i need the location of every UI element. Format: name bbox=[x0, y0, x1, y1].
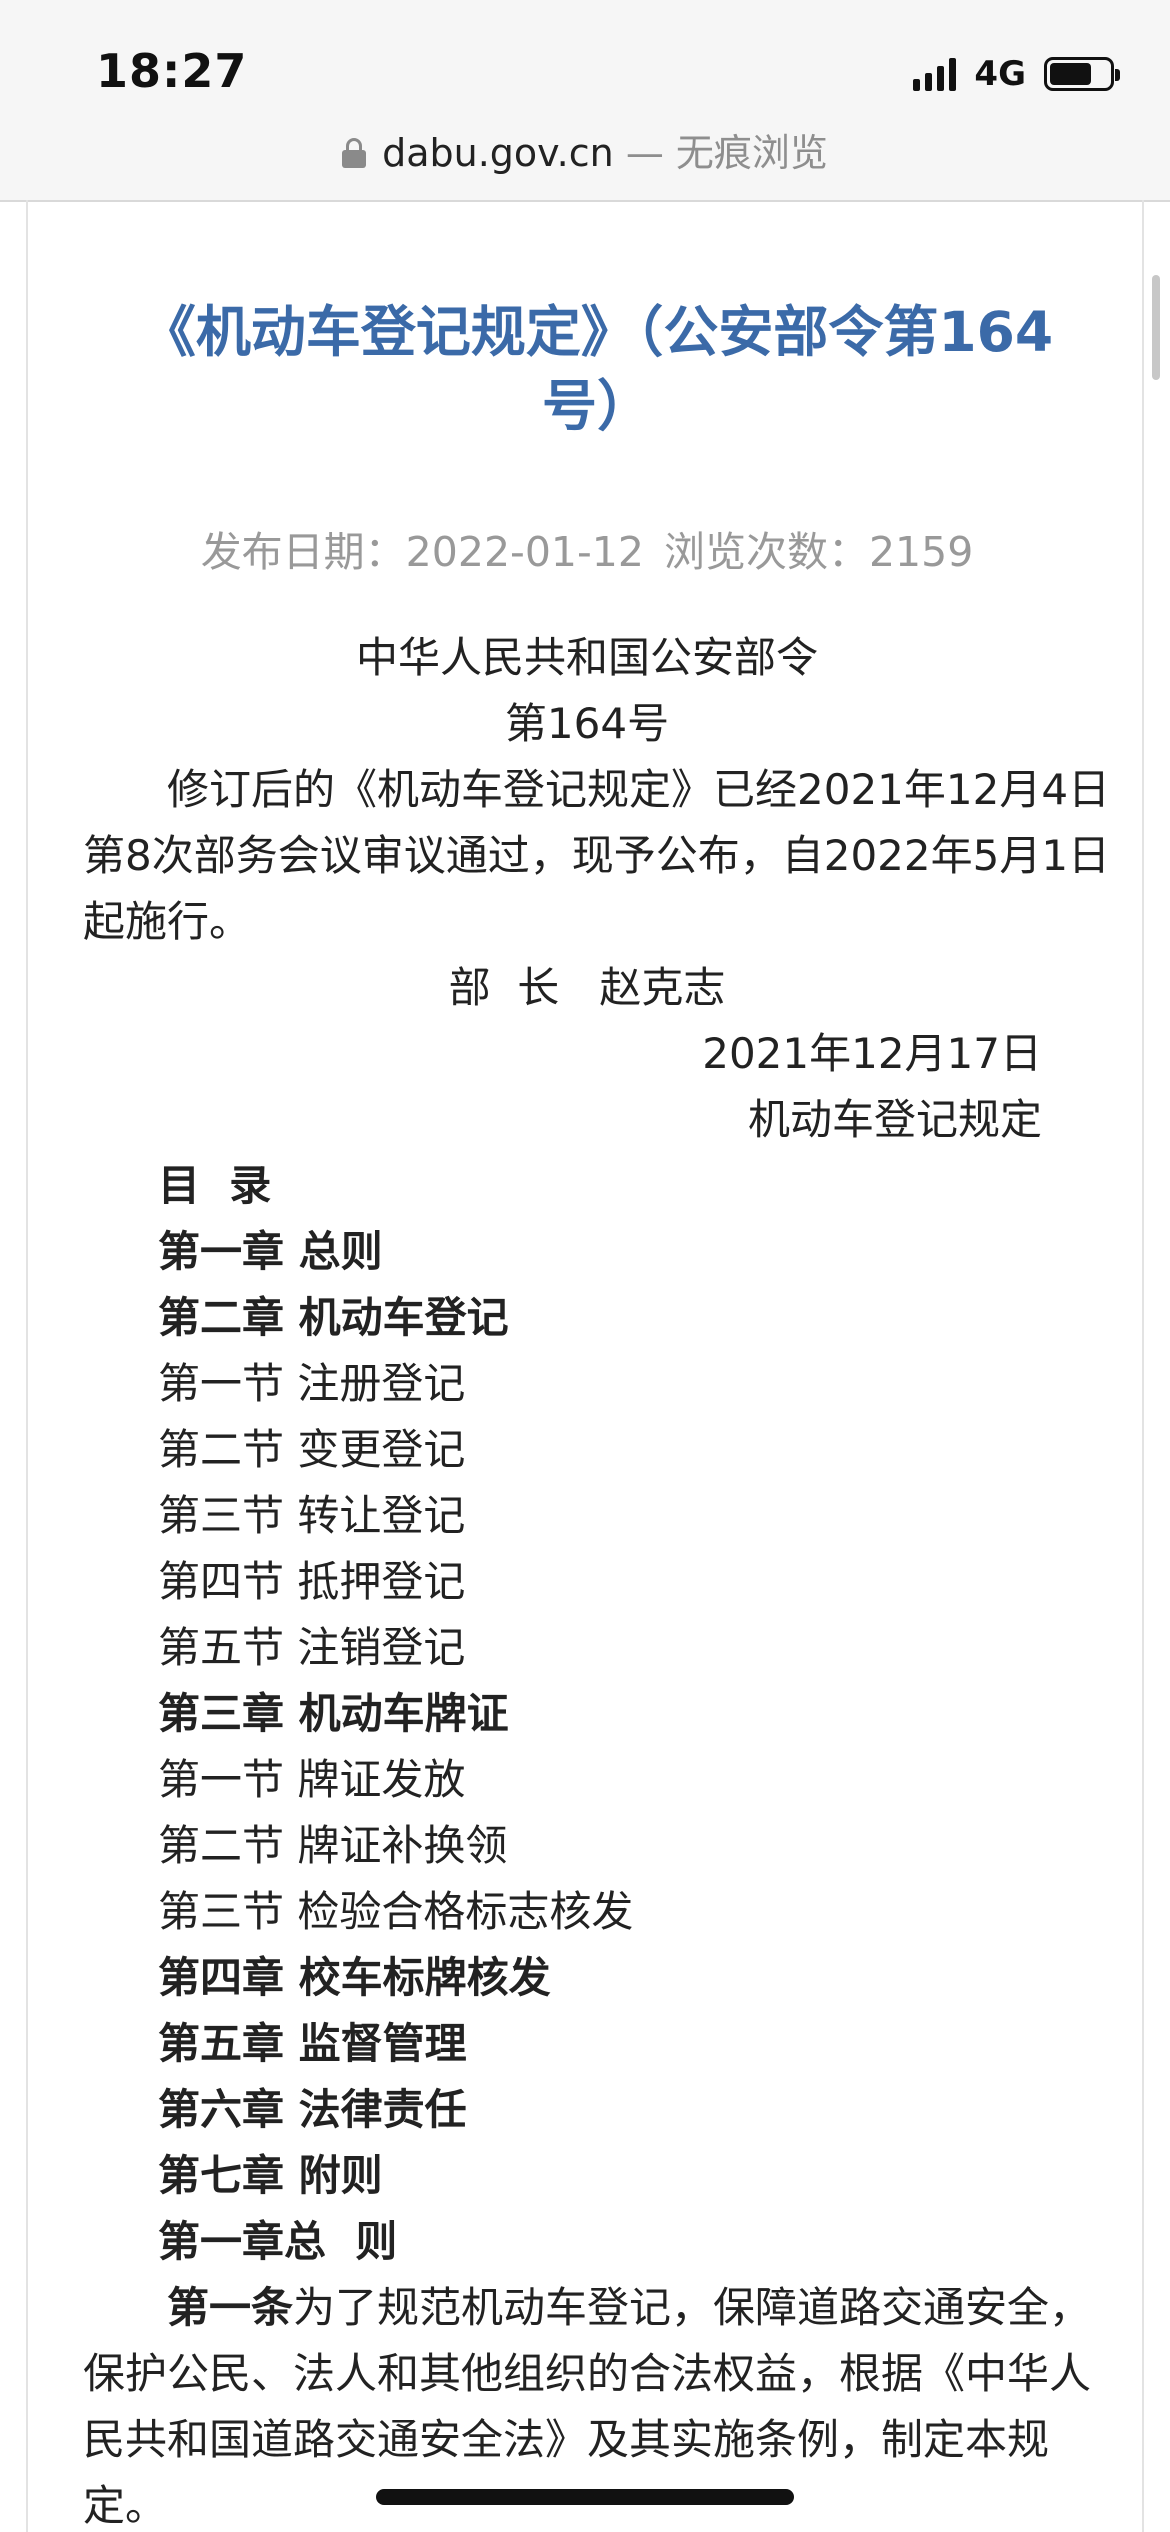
browser-top-bar: 18:27 4G dabu.gov.cn — 无痕浏览 bbox=[0, 0, 1170, 202]
document-name: 机动车登记规定 bbox=[747, 1095, 1042, 1144]
toc-item[interactable]: 第一章 总则 bbox=[158, 1219, 633, 1285]
cellular-signal-icon bbox=[913, 57, 957, 91]
url-separator: — bbox=[613, 131, 676, 175]
toc-item[interactable]: 第一节 牌证发放 bbox=[158, 1747, 633, 1813]
status-icons: 4G bbox=[913, 52, 1120, 96]
toc-item[interactable]: 第三章 机动车牌证 bbox=[158, 1681, 633, 1747]
toc-item[interactable]: 第五节 注销登记 bbox=[158, 1615, 633, 1681]
battery-icon bbox=[1044, 57, 1120, 91]
home-indicator[interactable] bbox=[376, 2489, 794, 2505]
private-browsing-label: 无痕浏览 bbox=[675, 131, 828, 175]
order-number: 第164号 bbox=[504, 699, 670, 748]
article-1-label: 第一条 bbox=[167, 2283, 294, 2332]
url-domain: dabu.gov.cn bbox=[382, 131, 614, 175]
battery-cap bbox=[1115, 69, 1120, 81]
network-type: 4G bbox=[974, 54, 1026, 94]
toc-item[interactable]: 第七章 附则 bbox=[158, 2143, 633, 2209]
battery-fill bbox=[1050, 63, 1091, 85]
intro-paragraph: 修订后的《机动车登记规定》已经2021年12月4日第8次部务会议审议通过，现予公… bbox=[83, 765, 1111, 946]
toc-item[interactable]: 第二章 机动车登记 bbox=[158, 1285, 633, 1351]
page-scrollbar[interactable] bbox=[1152, 275, 1160, 380]
toc-item[interactable]: 第六章 法律责任 bbox=[158, 2077, 633, 2143]
view-count: 浏览次数：2159 bbox=[663, 528, 974, 576]
toc-heading: 目 录 bbox=[158, 1161, 272, 1210]
status-time: 18:27 bbox=[96, 44, 248, 98]
toc-item[interactable]: 第二节 变更登记 bbox=[158, 1417, 633, 1483]
toc-item[interactable]: 第三节 转让登记 bbox=[158, 1483, 633, 1549]
toc-item[interactable]: 第一节 注册登记 bbox=[158, 1351, 633, 1417]
order-date: 2021年12月17日 bbox=[702, 1029, 1042, 1078]
address-bar[interactable]: dabu.gov.cn — 无痕浏览 bbox=[0, 122, 1170, 177]
toc-item[interactable]: 第四章 校车标牌核发 bbox=[158, 1945, 633, 2011]
article-title: 《机动车登记规定》（公安部令第164号） bbox=[140, 300, 1054, 438]
toc-item[interactable]: 第四节 抵押登记 bbox=[158, 1549, 633, 1615]
toc-item[interactable]: 第三节 检验合格标志核发 bbox=[158, 1879, 633, 1945]
article-card: 《机动车登记规定》（公安部令第164号） 发布日期：2022-01-12 浏览次数… bbox=[26, 200, 1144, 2532]
publish-date: 发布日期：2022-01-12 bbox=[200, 528, 644, 576]
signature-line: 部 长 赵克志 bbox=[448, 963, 726, 1012]
toc-list: 第一章 总则 第二章 机动车登记 第一节 注册登记 第二节 变更登记 第三节 转让登记第… bbox=[158, 1219, 633, 2209]
toc-item[interactable]: 第五章 监督管理 bbox=[158, 2011, 633, 2077]
issuer-line: 中华人民共和国公安部令 bbox=[355, 633, 818, 682]
table-of-contents: 目 录 第一章 总则 第二章 机动车登记 第一节 注册登记 第二节 变更登记 第三节 转… bbox=[158, 1153, 633, 2275]
toc-item[interactable]: 第二节 牌证补换领 bbox=[158, 1813, 633, 1879]
article-meta: 发布日期：2022-01-12 浏览次数：2159 bbox=[28, 518, 1142, 578]
chapter-heading: 第一章总 则 bbox=[158, 2217, 398, 2266]
lock-icon bbox=[342, 138, 367, 168]
